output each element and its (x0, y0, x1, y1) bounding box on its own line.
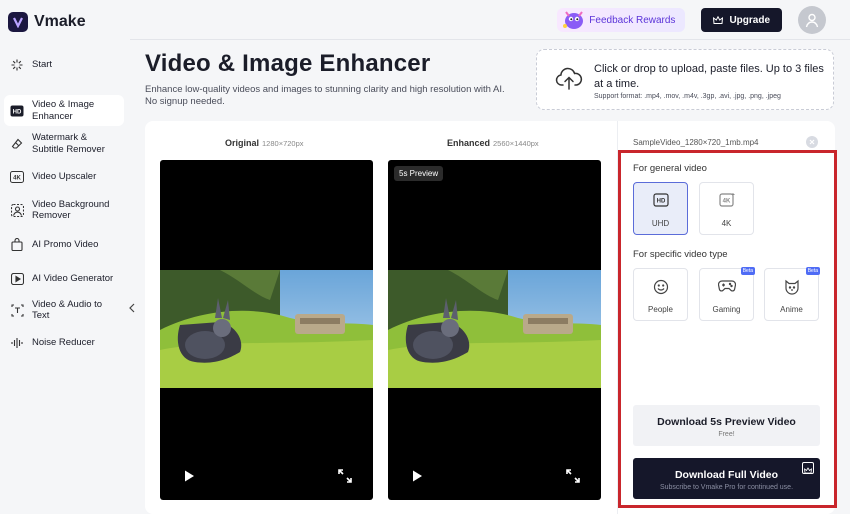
vmake-logo-icon (8, 12, 28, 32)
original-label: Original (225, 138, 260, 148)
feedback-rewards-button[interactable]: Feedback Rewards (557, 8, 686, 32)
sidebar-item-label: AI Promo Video (32, 238, 99, 250)
sidebar-item-video-image-enhancer[interactable]: HD Video & Image Enhancer (4, 95, 124, 126)
chevron-left-icon (129, 303, 135, 313)
sidebar-nav: Start HD Video & Image Enhancer Watermar… (4, 52, 124, 355)
cloud-upload-icon (555, 67, 583, 90)
upload-formats: Support format: .mp4, .mov, .m4v, .3gp, … (594, 93, 781, 100)
svg-text:HD: HD (13, 109, 22, 115)
specific-video-label: For specific video type (633, 249, 728, 260)
remove-file-button[interactable] (806, 136, 818, 148)
app-name: Vmake (34, 13, 86, 30)
download-preview-label: Download 5s Preview Video (657, 416, 796, 428)
fullscreen-icon[interactable] (566, 469, 580, 483)
user-icon (805, 13, 819, 28)
video-frame (160, 270, 373, 388)
sidebar-item-video-upscaler[interactable]: 4K Video Upscaler (4, 162, 124, 191)
fullscreen-icon[interactable] (338, 469, 352, 483)
option-people[interactable]: People (633, 268, 688, 321)
sidebar: Vmake Start HD Video & Image Enhancer Wa… (0, 0, 130, 514)
sidebar-item-ai-promo-video[interactable]: AI Promo Video (4, 232, 124, 257)
sidebar-item-video-bg-remover[interactable]: Video Background Remover (4, 194, 124, 226)
beta-badge: Beta (805, 267, 820, 275)
play-box-icon (10, 272, 24, 286)
sidebar-item-label: Noise Reducer (32, 336, 95, 348)
page-subtitle: Enhance low-quality videos and images to… (145, 84, 505, 107)
general-video-label: For general video (633, 163, 707, 174)
download-full-button[interactable]: Download Full Video Subscribe to Vmake P… (633, 458, 820, 499)
upload-instructions: Click or drop to upload, paste files. Up… (594, 63, 824, 90)
original-caption: Original 1280×720px (225, 138, 304, 148)
sidebar-item-label: Start (32, 59, 53, 71)
upgrade-label: Upgrade (729, 14, 770, 26)
enhanced-video-player[interactable]: 5s Preview (388, 160, 601, 500)
text-icon (10, 303, 24, 317)
video-frame (388, 270, 601, 388)
original-video-player[interactable] (160, 160, 373, 500)
crown-icon (713, 15, 724, 24)
sidebar-item-label: Video & Audio to Text (32, 298, 103, 322)
enhanced-caption: Enhanced 2560×1440px (447, 138, 539, 148)
gamepad-icon (700, 279, 753, 293)
sidebar-item-watermark-remover[interactable]: Watermark & Subtitle Remover (4, 128, 124, 159)
sidebar-item-label: Watermark & Subtitle Remover (32, 132, 105, 155)
option-label: People (648, 305, 673, 314)
app-logo[interactable]: Vmake (8, 12, 86, 32)
anime-face-icon (765, 279, 818, 295)
sidebar-item-label: AI Video Generator (32, 272, 114, 284)
4k-icon: 4K (10, 170, 24, 184)
bag-icon (10, 238, 24, 252)
svg-text:HD: HD (656, 199, 665, 205)
option-label: 4K (721, 219, 732, 228)
person-cutout-icon (10, 203, 24, 217)
preview-badge: 5s Preview (394, 166, 444, 181)
original-resolution: 1280×720px (262, 139, 304, 148)
sidebar-item-label: Video & Image Enhancer (32, 99, 95, 122)
option-anime[interactable]: Beta Anime (764, 267, 820, 321)
beta-badge: Beta (740, 267, 755, 275)
sidebar-item-label: Video Background Remover (32, 198, 110, 222)
pro-badge-icon (802, 462, 814, 474)
hd-icon: HD (10, 104, 24, 118)
hd-icon: HD (634, 193, 687, 207)
download-preview-sub: Free! (718, 431, 735, 438)
sidebar-collapse-button[interactable] (126, 296, 138, 320)
option-label: UHD (651, 219, 670, 228)
close-icon (809, 139, 815, 145)
download-full-sub: Subscribe to Vmake Pro for continued use… (659, 484, 794, 491)
4k-icon: 4K (700, 193, 753, 207)
svg-text:4K: 4K (13, 175, 21, 181)
page-title: Video & Image Enhancer (145, 50, 431, 77)
waveform-icon (10, 336, 24, 350)
sparkle-icon (10, 58, 24, 72)
enhanced-resolution: 2560×1440px (493, 139, 539, 148)
enhanced-label: Enhanced (447, 138, 491, 148)
download-full-label: Download Full Video (674, 469, 779, 481)
sidebar-item-start[interactable]: Start (4, 52, 124, 78)
upgrade-button[interactable]: Upgrade (701, 8, 782, 32)
feedback-rewards-label: Feedback Rewards (589, 14, 676, 26)
file-name: SampleVideo_1280×720_1mb.mp4 (633, 138, 759, 147)
play-icon[interactable] (182, 469, 196, 483)
upload-dropzone[interactable]: Click or drop to upload, paste files. Up… (536, 49, 834, 110)
smiley-icon (634, 279, 687, 295)
option-label: Anime (780, 305, 803, 314)
sidebar-item-video-audio-to-text[interactable]: Video & Audio to Text (4, 295, 124, 325)
avatar[interactable] (798, 6, 826, 34)
play-icon[interactable] (410, 469, 424, 483)
sidebar-item-noise-reducer[interactable]: Noise Reducer (4, 330, 124, 355)
option-4k[interactable]: 4K 4K (699, 182, 754, 235)
option-uhd[interactable]: HD UHD (633, 182, 688, 235)
topbar: Feedback Rewards Upgrade (557, 6, 826, 34)
sidebar-item-label: Video Upscaler (32, 170, 97, 182)
download-preview-button[interactable]: Download 5s Preview Video Free! (633, 405, 820, 446)
sidebar-item-ai-video-generator[interactable]: AI Video Generator (4, 266, 124, 291)
option-gaming[interactable]: Beta Gaming (699, 267, 755, 321)
eraser-icon (10, 137, 24, 151)
svg-text:4K: 4K (722, 199, 730, 205)
header-divider (130, 39, 850, 40)
mascot-icon (563, 11, 584, 29)
option-label: Gaming (712, 305, 741, 314)
